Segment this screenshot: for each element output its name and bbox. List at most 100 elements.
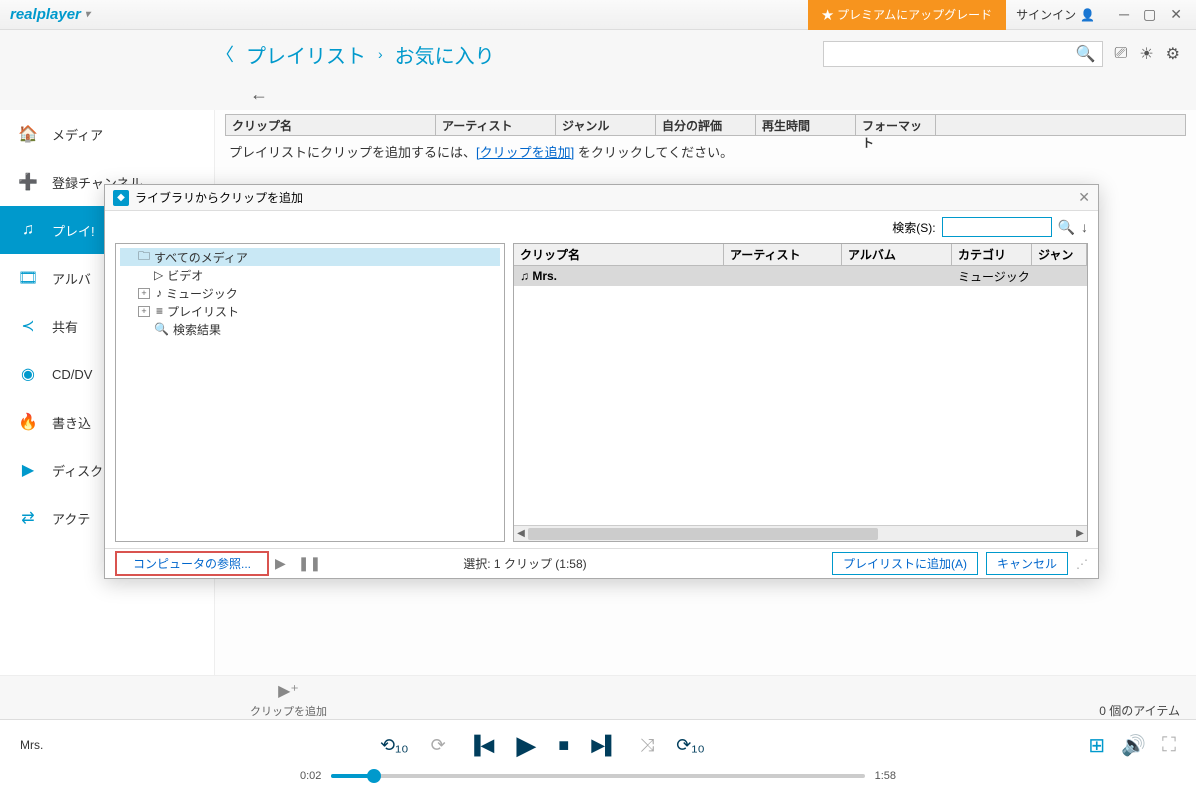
lh-category[interactable]: カテゴリ bbox=[952, 244, 1032, 265]
progress-row: 0:02 1:58 bbox=[0, 770, 1196, 792]
item-count: 0 個のアイテム bbox=[1099, 702, 1180, 719]
clip-list: クリップ名 アーティスト アルバム カテゴリ ジャン ♫ Mrs. ミュージック… bbox=[513, 243, 1088, 542]
sidebar-item-label: ディスク bbox=[52, 461, 103, 480]
scroll-thumb[interactable] bbox=[528, 528, 878, 540]
search-input[interactable]: 🔍 bbox=[823, 41, 1103, 67]
cast-icon[interactable]: ⎚ bbox=[1115, 45, 1128, 63]
th-genre[interactable]: ジャンル bbox=[556, 115, 656, 135]
lh-album[interactable]: アルバム bbox=[842, 244, 952, 265]
add-clip-link[interactable]: [クリップを追加] bbox=[476, 145, 574, 160]
home-icon: 🏠 bbox=[18, 124, 38, 144]
maximize-button[interactable]: ▢ bbox=[1143, 6, 1156, 23]
progress-bar[interactable] bbox=[331, 774, 864, 778]
back-arrow-icon[interactable]: ← bbox=[250, 84, 268, 105]
th-rating[interactable]: 自分の評価 bbox=[656, 115, 756, 135]
time-current: 0:02 bbox=[300, 770, 321, 782]
hint-post: をクリックしてください。 bbox=[574, 145, 733, 160]
prev-track-icon[interactable]: ▐◀ bbox=[468, 735, 495, 756]
queue-icon[interactable]: ⊞ bbox=[1088, 733, 1105, 758]
sliders-icon: ⇄ bbox=[18, 508, 38, 528]
dialog-search-input[interactable] bbox=[942, 217, 1052, 237]
play-icon[interactable]: ▶ bbox=[516, 730, 536, 761]
browse-computer-button[interactable]: コンピュータの参照... bbox=[115, 551, 269, 576]
disc-icon: ◉ bbox=[18, 364, 38, 384]
breadcrumb-playlists[interactable]: プレイリスト bbox=[246, 40, 366, 69]
next-track-icon[interactable]: ▶▌ bbox=[591, 735, 618, 756]
back-row: ← bbox=[0, 78, 1196, 110]
rewind-10-icon[interactable]: ⟲₁₀ bbox=[380, 735, 409, 756]
folder-icon: 🗀 bbox=[138, 247, 150, 268]
minimize-button[interactable]: ─ bbox=[1119, 6, 1129, 23]
fullscreen-icon[interactable]: ⛶ bbox=[1162, 734, 1176, 757]
user-icon: 👤 bbox=[1080, 8, 1095, 22]
lh-clipname[interactable]: クリップ名 bbox=[514, 244, 724, 265]
breadcrumb: 〈 プレイリスト › お気に入り bbox=[216, 40, 495, 69]
progress-handle[interactable] bbox=[367, 769, 381, 783]
search-icon[interactable]: 🔍 bbox=[1070, 44, 1102, 64]
cancel-button[interactable]: キャンセル bbox=[986, 552, 1068, 575]
music-icon: ♫ bbox=[18, 221, 38, 239]
gear-icon[interactable]: ⚙ bbox=[1166, 44, 1180, 64]
library-tree[interactable]: 🗀すべてのメディア ▷ビデオ +♪ミュージック +≡プレイリスト 🔍検索結果 bbox=[115, 243, 505, 542]
add-clip-button[interactable]: ▶⁺ クリップを追加 bbox=[250, 681, 327, 719]
expand-icon[interactable]: + bbox=[138, 306, 150, 317]
volume-icon[interactable]: 🔊 bbox=[1121, 733, 1146, 758]
preview-play-icon[interactable]: ▶ bbox=[275, 555, 286, 572]
search-field[interactable] bbox=[824, 47, 1070, 61]
tree-music[interactable]: +♪ミュージック bbox=[120, 284, 500, 302]
close-button[interactable]: ✕ bbox=[1170, 6, 1182, 23]
lh-genre[interactable]: ジャン bbox=[1032, 244, 1087, 265]
sidebar-item-label: プレイ! bbox=[52, 221, 95, 240]
back-icon[interactable]: 〈 bbox=[216, 41, 234, 67]
resize-grip-icon[interactable]: ⋰ bbox=[1076, 557, 1088, 571]
clip-list-body[interactable]: ♫ Mrs. ミュージック bbox=[514, 266, 1087, 525]
clip-row[interactable]: ♫ Mrs. ミュージック bbox=[514, 266, 1087, 286]
playlist-table-header: クリップ名 アーティスト ジャンル 自分の評価 再生時間 フォーマット bbox=[225, 114, 1186, 136]
dialog-close-button[interactable]: ✕ bbox=[1078, 189, 1090, 206]
th-artist[interactable]: アーティスト bbox=[436, 115, 556, 135]
logo-text: realplayer bbox=[10, 6, 81, 23]
preview-pause-icon[interactable]: ❚❚ bbox=[298, 555, 321, 572]
scroll-right-icon[interactable]: ▶ bbox=[1073, 526, 1087, 542]
dialog-title: ライブラリからクリップを追加 bbox=[135, 189, 303, 206]
tree-all-media[interactable]: 🗀すべてのメディア bbox=[120, 248, 500, 266]
expand-icon[interactable]: + bbox=[138, 288, 150, 299]
app-logo[interactable]: realplayer ▾ bbox=[10, 6, 90, 23]
forward-10-icon[interactable]: ⟳₁₀ bbox=[676, 735, 705, 756]
upgrade-premium-button[interactable]: ★ プレミアムにアップグレード bbox=[808, 0, 1007, 30]
list-icon: ≡ bbox=[156, 304, 163, 318]
stop-icon[interactable]: ■ bbox=[558, 735, 569, 756]
add-to-playlist-button[interactable]: プレイリストに追加(A) bbox=[832, 552, 978, 575]
sidebar-item-label: メディア bbox=[52, 125, 103, 144]
signin-label: サインイン bbox=[1016, 6, 1076, 23]
tree-playlist[interactable]: +≡プレイリスト bbox=[120, 302, 500, 320]
tree-results[interactable]: 🔍検索結果 bbox=[120, 320, 500, 338]
repeat-icon[interactable]: ⟳ bbox=[431, 735, 446, 756]
add-clip-icon: ▶⁺ bbox=[278, 681, 299, 701]
music-note-icon: ♪ bbox=[156, 286, 162, 300]
video-icon: ▷ bbox=[154, 268, 163, 282]
playlist-toolbar: ▶⁺ クリップを追加 0 個のアイテム bbox=[0, 675, 1196, 719]
clip-list-header: クリップ名 アーティスト アルバム カテゴリ ジャン bbox=[514, 244, 1087, 266]
lh-artist[interactable]: アーティスト bbox=[724, 244, 842, 265]
brightness-icon[interactable]: ☀ bbox=[1139, 44, 1153, 64]
search-result-icon: 🔍 bbox=[154, 322, 169, 336]
arrow-down-icon[interactable]: ↓ bbox=[1081, 219, 1088, 235]
titlebar: realplayer ▾ ★ プレミアムにアップグレード サインイン 👤 ─ ▢… bbox=[0, 0, 1196, 30]
th-format[interactable]: フォーマット bbox=[856, 115, 936, 135]
film-icon: 🎞 bbox=[18, 268, 38, 288]
horizontal-scrollbar[interactable]: ◀ ▶ bbox=[514, 525, 1087, 541]
scroll-left-icon[interactable]: ◀ bbox=[514, 526, 528, 542]
sidebar-item-media[interactable]: 🏠 メディア bbox=[0, 110, 214, 158]
add-clip-dialog: ◆ ライブラリからクリップを追加 ✕ 検索(S): 🔍 ↓ 🗀すべてのメディア … bbox=[104, 184, 1099, 579]
music-note-icon: ♫ bbox=[520, 269, 529, 283]
search-icon[interactable]: 🔍 bbox=[1058, 219, 1075, 236]
empty-playlist-hint: プレイリストにクリップを追加するには、[クリップを追加] をクリックしてください… bbox=[225, 136, 1186, 161]
th-duration[interactable]: 再生時間 bbox=[756, 115, 856, 135]
sidebar-item-label: 書き込 bbox=[52, 413, 91, 432]
th-clipname[interactable]: クリップ名 bbox=[226, 115, 436, 135]
tree-video[interactable]: ▷ビデオ bbox=[120, 266, 500, 284]
shuffle-icon[interactable]: ⤨ bbox=[640, 735, 654, 756]
playback-controls: ⟲₁₀ ⟳ ▐◀ ▶ ■ ▶▌ ⤨ ⟳₁₀ bbox=[380, 730, 705, 761]
signin-button[interactable]: サインイン 👤 bbox=[1006, 6, 1105, 23]
